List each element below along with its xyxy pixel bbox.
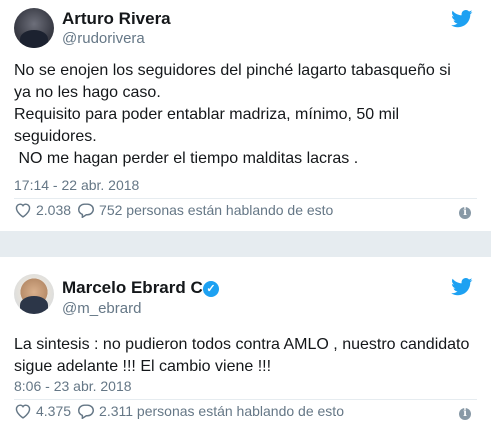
author-handle[interactable]: @rudorivera [62, 30, 145, 47]
avatar[interactable] [14, 8, 54, 48]
conversation-count[interactable]: 2.311 personas están hablando de esto [99, 403, 344, 419]
author-name[interactable]: Arturo Rivera [62, 9, 171, 29]
tweet-text: No se enojen los seguidores del pinché l… [14, 62, 451, 167]
divider [14, 198, 477, 199]
tweet-timestamp[interactable]: 8:06 - 23 abr. 2018 [14, 378, 132, 394]
like-count[interactable]: 4.375 [36, 403, 71, 419]
tweet-card[interactable]: Marcelo Ebrard C. ✓ @m_ebrard La sintesi… [0, 257, 491, 434]
like-count[interactable]: 2.038 [36, 202, 71, 218]
tweet-actions: 2.038 752 personas están hablando de est… [14, 202, 333, 218]
info-icon[interactable]: i [459, 408, 471, 420]
speech-bubble-icon[interactable] [77, 403, 95, 419]
heart-icon[interactable] [14, 403, 32, 419]
author-name[interactable]: Marcelo Ebrard C. [62, 278, 208, 298]
tweet-actions: 4.375 2.311 personas están hablando de e… [14, 403, 344, 419]
author-handle[interactable]: @m_ebrard [62, 300, 141, 317]
avatar[interactable] [14, 274, 54, 314]
tweet-timestamp[interactable]: 17:14 - 22 abr. 2018 [14, 177, 139, 193]
tweet-text: La sintesis : no pudieron todos contra A… [14, 336, 470, 375]
info-icon[interactable]: i [459, 207, 471, 219]
twitter-bird-icon[interactable] [451, 10, 473, 28]
tweet-card[interactable]: Arturo Rivera @rudorivera No se enojen l… [0, 0, 491, 231]
speech-bubble-icon[interactable] [77, 202, 95, 218]
tweet-separator [0, 231, 491, 257]
divider [14, 399, 477, 400]
heart-icon[interactable] [14, 202, 32, 218]
verified-badge-icon: ✓ [203, 281, 219, 297]
conversation-count[interactable]: 752 personas están hablando de esto [99, 202, 333, 218]
twitter-bird-icon[interactable] [451, 278, 473, 296]
